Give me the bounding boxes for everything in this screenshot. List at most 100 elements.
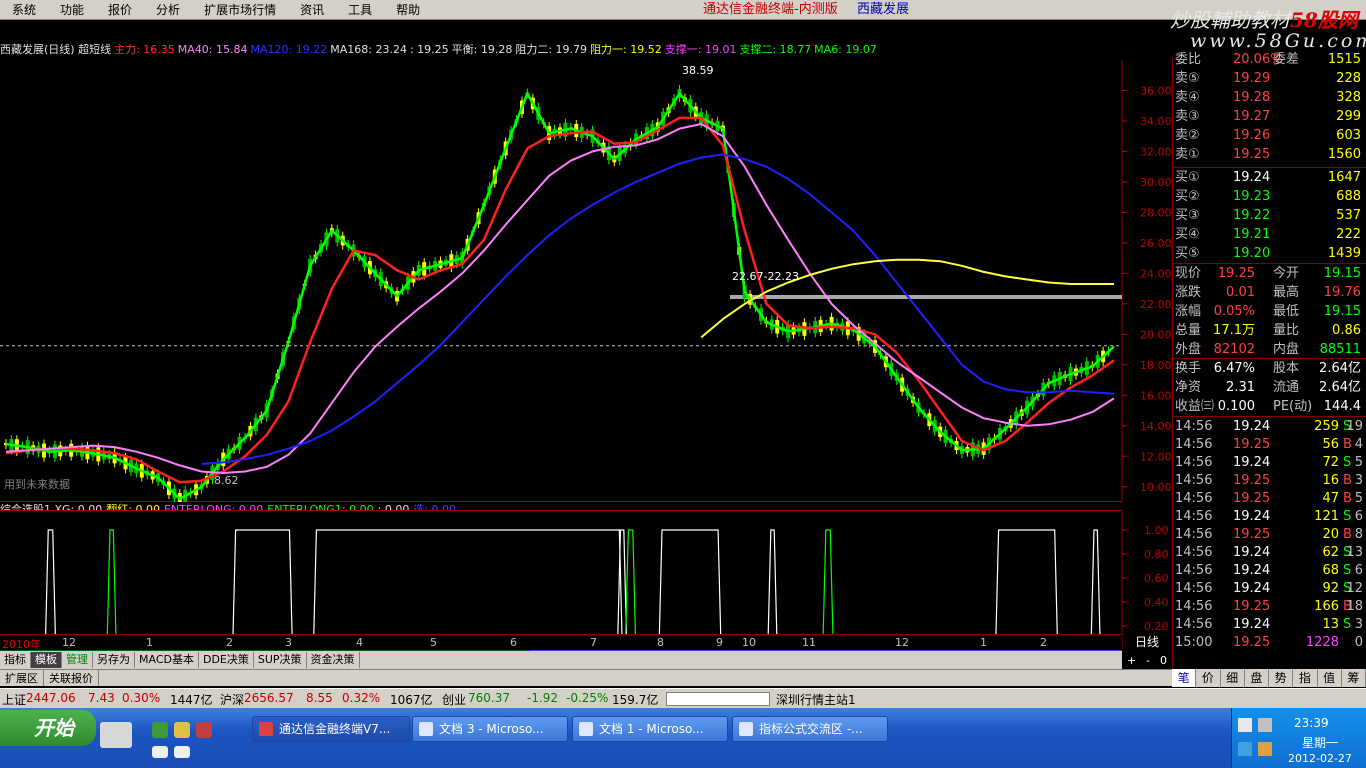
- quote-tab[interactable]: 势: [1269, 669, 1294, 687]
- x-tick-label: 2010年: [2, 638, 41, 651]
- quicklaunch-yellow-icon[interactable]: [174, 722, 190, 738]
- hs-amount: 1067亿: [390, 693, 433, 707]
- sell-volume: 299: [1336, 109, 1361, 124]
- tick-row: 14:56 19.24 72 S 5: [1175, 454, 1365, 472]
- tab-template[interactable]: 模板: [31, 652, 62, 668]
- tick-count: 6: [1354, 509, 1363, 524]
- task-doc1[interactable]: 文档 1 - Microso...: [572, 716, 728, 742]
- sh-change: 7.43: [88, 691, 115, 705]
- menu-tools[interactable]: 工具: [336, 0, 384, 20]
- menu-quote[interactable]: 报价: [96, 0, 144, 20]
- quicklaunch-keyboard-icon[interactable]: [152, 746, 168, 758]
- tray-network-icon[interactable]: [1238, 742, 1252, 756]
- main-price-chart[interactable]: 36.00 34.00 32.00 30.00 28.00 26.00 24.00 22.00…: [0, 60, 1172, 502]
- y-tick-label: 12.00: [1140, 450, 1172, 463]
- tick-price: 19.24: [1233, 455, 1271, 470]
- sell-volume: 328: [1336, 90, 1361, 105]
- tab-sup[interactable]: SUP决策: [254, 652, 307, 668]
- tab-dde[interactable]: DDE决策: [199, 652, 254, 668]
- tick-volume: 20: [1322, 527, 1339, 542]
- stat-value: 0.05%: [1213, 304, 1255, 319]
- tab-macd[interactable]: MACD基本: [135, 652, 199, 668]
- market-activity-icon: [666, 692, 770, 706]
- quote-tab[interactable]: 笔: [1172, 669, 1197, 687]
- tray-ime-icon[interactable]: [1258, 742, 1272, 756]
- tray-volume-icon[interactable]: [1258, 718, 1272, 732]
- menu-function[interactable]: 功能: [48, 0, 96, 20]
- tick-row: 14:56 19.25 47 B 5: [1175, 490, 1365, 508]
- chart-annotation: 22.67-22.23: [732, 270, 799, 283]
- main-info-item: MA6: 19.07: [814, 43, 877, 56]
- tray-icon[interactable]: [1238, 718, 1252, 732]
- tick-volume: 47: [1322, 491, 1339, 506]
- tick-side: S: [1343, 617, 1352, 632]
- tab-funds[interactable]: 资金决策: [307, 652, 360, 668]
- tick-volume: 68: [1322, 563, 1339, 578]
- tick-price: 19.24: [1233, 563, 1271, 578]
- quote-tab[interactable]: 筹: [1342, 669, 1366, 687]
- tick-volume: 13: [1322, 617, 1339, 632]
- stat-value2: 88511: [1319, 342, 1361, 357]
- x-tick-label: 1: [146, 636, 153, 649]
- menu-system[interactable]: 系统: [0, 0, 48, 20]
- menu-info[interactable]: 资讯: [288, 0, 336, 20]
- tick-side: S: [1343, 509, 1352, 524]
- tab-indicator[interactable]: 指标: [0, 652, 31, 668]
- sh-label: 上证: [2, 693, 27, 707]
- buy-price: 19.21: [1233, 227, 1271, 242]
- chart-pane[interactable]: 西藏发展(日线) 超短线 主力: 16.35 MA40: 15.84 MA120: 1…: [0, 20, 1172, 688]
- menu-help[interactable]: 帮助: [384, 0, 432, 20]
- zoom-reset-button[interactable]: 0: [1160, 654, 1167, 667]
- clock-time[interactable]: 23:39: [1294, 716, 1329, 730]
- menu-ext-market[interactable]: 扩展市场行情: [192, 0, 288, 20]
- buy-level-4: 买④ 19.21 222: [1175, 225, 1365, 244]
- quicklaunch-red-icon[interactable]: [196, 722, 212, 738]
- server-name[interactable]: 深圳行情主站1: [776, 691, 856, 708]
- period-label[interactable]: 日线: [1124, 634, 1170, 650]
- sell-label: 卖①: [1175, 147, 1200, 162]
- stat-label2: 股本: [1273, 361, 1300, 376]
- task-tdx[interactable]: 通达信金融终端V7...: [252, 716, 410, 742]
- zoom-out-button[interactable]: -: [1146, 654, 1150, 667]
- buy-price: 19.24: [1233, 170, 1271, 185]
- tick-price: 19.24: [1233, 581, 1271, 596]
- ticks-divider: [1173, 416, 1366, 417]
- menu-analysis[interactable]: 分析: [144, 0, 192, 20]
- quicklaunch-help-icon[interactable]: [174, 746, 190, 758]
- sell-level-2: 卖② 19.26 603: [1175, 126, 1365, 145]
- quote-tab[interactable]: 价: [1196, 669, 1221, 687]
- tick-time: 14:56: [1175, 509, 1213, 524]
- tick-count: 3: [1354, 473, 1363, 488]
- tick-time: 14:56: [1175, 545, 1213, 560]
- tab-extension[interactable]: 扩展区: [0, 670, 44, 686]
- x-tick-label: 7: [590, 636, 597, 649]
- zoom-in-button[interactable]: +: [1127, 654, 1136, 667]
- tab-manage[interactable]: 管理: [62, 652, 93, 668]
- tick-count: 13: [1346, 545, 1363, 560]
- quote-tab[interactable]: 细: [1221, 669, 1245, 687]
- quicklaunch-green-icon[interactable]: [152, 722, 168, 738]
- task-forum[interactable]: 指标公式交流区 -...: [732, 716, 888, 742]
- watermark-text-a: 炒股輔助教材: [1170, 8, 1290, 32]
- tab-related-quote[interactable]: 关联报价: [44, 670, 99, 686]
- sell-label: 卖⑤: [1175, 71, 1200, 86]
- stat-value: 6.47%: [1213, 361, 1255, 376]
- sell-level-1: 卖① 19.25 1560: [1175, 145, 1365, 164]
- word-icon: [419, 722, 433, 736]
- task-doc3[interactable]: 文档 3 - Microso...: [412, 716, 568, 742]
- stat-value: 2.31: [1226, 380, 1255, 395]
- sh-pct: 0.30%: [122, 691, 161, 705]
- stat-value2: 0.86: [1332, 323, 1361, 338]
- main-info-item: 平衡: 19.28: [451, 43, 513, 56]
- stat-value2: 2.64亿: [1319, 361, 1361, 376]
- sell-price: 19.28: [1233, 90, 1271, 105]
- show-desktop-icon[interactable]: [100, 722, 132, 748]
- quote-tab[interactable]: 指: [1293, 669, 1318, 687]
- tick-time: 14:56: [1175, 617, 1213, 632]
- quote-tab[interactable]: 值: [1318, 669, 1342, 687]
- quote-tab[interactable]: 盘: [1245, 669, 1269, 687]
- tick-price: 19.24: [1233, 509, 1271, 524]
- tab-save-as[interactable]: 另存为: [93, 652, 135, 668]
- start-label: 开始: [34, 716, 74, 740]
- start-button[interactable]: 开始: [0, 710, 96, 746]
